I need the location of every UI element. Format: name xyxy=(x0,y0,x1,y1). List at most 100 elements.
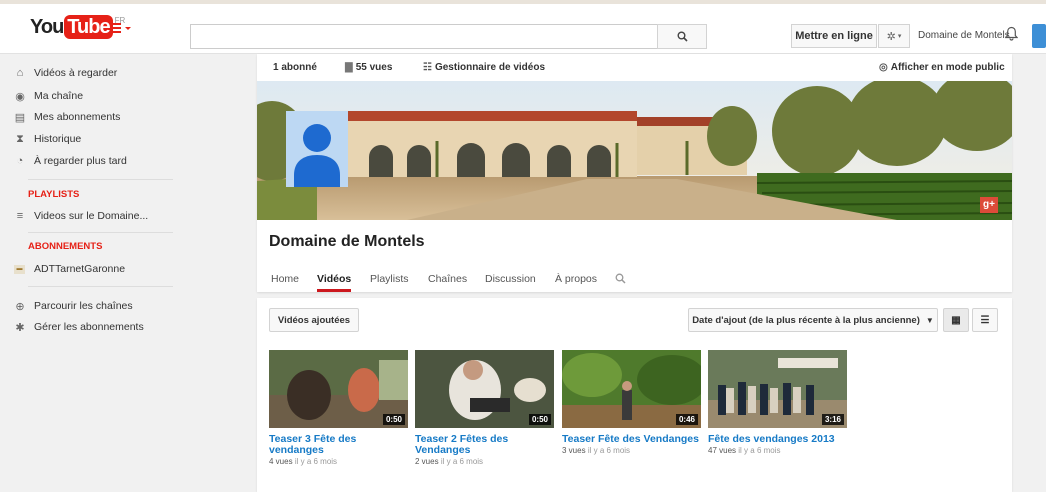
masthead: You Tube FR Mettre en ligne ✲ ▾ Domaine d… xyxy=(0,4,1046,54)
video-item[interactable]: 0:50 Teaser 3 Fête des vendanges 4 vues … xyxy=(269,350,409,466)
public-view-label: Afficher en mode public xyxy=(890,62,1005,73)
guide-item-home[interactable]: ⌂ Vidéos à regarder xyxy=(17,67,118,79)
search-button[interactable] xyxy=(657,24,707,49)
video-age: il y a 6 mois xyxy=(294,457,338,466)
active-tab-indicator xyxy=(317,289,351,292)
subscriptions-icon: ▤ xyxy=(14,111,26,124)
bell-icon[interactable] xyxy=(1004,26,1019,45)
chevron-down-icon: ▼ xyxy=(925,315,934,325)
divider xyxy=(28,179,173,180)
video-duration: 0:46 xyxy=(675,414,698,425)
tab-channels[interactable]: Chaînes xyxy=(428,273,467,285)
video-duration: 0:50 xyxy=(382,414,405,425)
list-view-button[interactable]: ☰ xyxy=(972,308,998,332)
upload-button[interactable]: Mettre en ligne xyxy=(791,24,877,48)
guide-item-manage-subscriptions[interactable]: ✱ Gérer les abonnements xyxy=(15,321,143,334)
channel-search-icon[interactable] xyxy=(615,273,626,287)
divider xyxy=(28,286,173,287)
video-item[interactable]: 0:50 Teaser 2 Fêtes des Vendanges 2 vues… xyxy=(415,350,555,466)
video-views: 2 vues xyxy=(415,457,439,466)
list-icon: ≡ xyxy=(16,210,24,222)
video-manager-link[interactable]: ☷ Gestionnaire de vidéos xyxy=(423,62,545,73)
user-name[interactable]: Domaine de Montels xyxy=(918,30,1010,41)
guide-item-subscriptions[interactable]: ▤ Mes abonnements xyxy=(15,111,121,124)
guide-item-my-channel[interactable]: ◉ Ma chaîne xyxy=(15,90,84,103)
guide-item-label: À regarder plus tard xyxy=(34,155,127,167)
chevron-down-icon: ▾ xyxy=(897,33,902,40)
view-count: ▇ 55 vues xyxy=(345,62,392,73)
video-thumbnail[interactable]: 0:50 xyxy=(415,350,554,428)
video-title[interactable]: Teaser 3 Fête des vendanges xyxy=(269,434,409,456)
video-thumbnail[interactable]: 0:50 xyxy=(269,350,408,428)
video-item[interactable]: 0:46 Teaser Fête des Vendanges 3 vues il… xyxy=(562,350,702,455)
logo-you: You xyxy=(30,16,64,38)
subscriptions-heading[interactable]: ABONNEMENTS xyxy=(28,241,102,252)
banner-image xyxy=(257,81,1012,220)
sort-dropdown[interactable]: Date d'ajout (de la plus récente à la pl… xyxy=(688,308,938,332)
uploaded-videos-filter[interactable]: Vidéos ajoutées xyxy=(269,308,359,332)
guide-sidebar: ⌂ Vidéos à regarder ◉ Ma chaîne ▤ Mes abonn… xyxy=(0,55,190,492)
tab-discussion[interactable]: Discussion xyxy=(485,273,536,285)
guide-item-label: Vidéos à regarder xyxy=(34,67,118,79)
guide-item-label: ADTTarnetGaronne xyxy=(34,263,126,275)
guide-item-history[interactable]: ⧗ Historique xyxy=(16,133,82,146)
tab-about[interactable]: À propos xyxy=(555,273,597,285)
default-avatar-icon xyxy=(294,124,340,187)
tab-playlists[interactable]: Playlists xyxy=(370,273,409,285)
guide-item-label: Parcourir les chaînes xyxy=(34,300,133,312)
video-manager-icon: ☷ xyxy=(423,62,432,73)
video-thumbnail[interactable]: 0:46 xyxy=(562,350,701,428)
video-title[interactable]: Fête des vendanges 2013 xyxy=(708,434,848,445)
plus-circle-icon: ⊕ xyxy=(15,300,25,313)
video-meta: 3 vues il y a 6 mois xyxy=(562,446,702,455)
list-icon: ☰ xyxy=(980,314,990,326)
avatar[interactable] xyxy=(1032,24,1046,48)
channel-banner[interactable]: g+ xyxy=(257,81,1012,220)
channel-thumb-icon: ▬ xyxy=(14,264,25,274)
tab-videos[interactable]: Vidéos xyxy=(317,273,351,285)
channel-tabs: Home Vidéos Playlists Chaînes Discussion… xyxy=(257,266,1012,292)
video-manager-label: Gestionnaire de vidéos xyxy=(434,62,546,73)
guide-menu-button[interactable] xyxy=(110,23,134,39)
guide-item-watch-later[interactable]: ◔ À regarder plus tard xyxy=(17,155,127,167)
search-input[interactable] xyxy=(190,24,658,49)
grid-view-button[interactable]: ▦ xyxy=(943,308,969,332)
video-views: 3 vues xyxy=(562,446,586,455)
guide-item-subscription[interactable]: ▬ ADTTarnetGaronne xyxy=(14,263,126,275)
gear-icon: ✲ xyxy=(886,30,896,43)
menu-icon xyxy=(110,23,121,25)
video-meta: 2 vues il y a 6 mois xyxy=(415,457,555,466)
hourglass-icon: ⧗ xyxy=(16,132,24,145)
guide-item-label: Ma chaîne xyxy=(34,90,84,102)
video-item[interactable]: 3:16 Fête des vendanges 2013 47 vues il … xyxy=(708,350,848,455)
home-icon: ⌂ xyxy=(16,67,24,79)
guide-item-playlist[interactable]: ≡ Videos sur le Domaine... xyxy=(17,210,149,222)
divider xyxy=(28,232,173,233)
video-meta: 47 vues il y a 6 mois xyxy=(708,446,848,455)
video-thumbnail[interactable]: 3:16 xyxy=(708,350,847,428)
channel-avatar[interactable] xyxy=(286,111,348,187)
channel-header: 1 abonné ▇ 55 vues ☷ Gestionnaire de vidéo… xyxy=(257,54,1012,292)
video-title[interactable]: Teaser 2 Fêtes des Vendanges xyxy=(415,434,555,456)
video-title[interactable]: Teaser Fête des Vendanges xyxy=(562,434,702,445)
video-views: 47 vues xyxy=(708,446,737,455)
view-count-label: 55 vues xyxy=(355,62,393,73)
video-age: il y a 6 mois xyxy=(440,457,484,466)
menu-icon-bar xyxy=(110,27,121,29)
video-age: il y a 6 mois xyxy=(587,446,631,455)
google-plus-icon[interactable]: g+ xyxy=(980,197,998,213)
playlists-heading[interactable]: PLAYLISTS xyxy=(28,189,79,200)
video-meta: 4 vues il y a 6 mois xyxy=(269,457,409,466)
video-views: 4 vues xyxy=(269,457,293,466)
sort-label: Date d'ajout (de la plus récente à la pl… xyxy=(692,314,920,326)
settings-button[interactable]: ✲ ▾ xyxy=(878,24,910,48)
tab-home[interactable]: Home xyxy=(271,273,299,285)
guide-item-label: Historique xyxy=(34,133,82,145)
public-view-link[interactable]: ◎ Afficher en mode public xyxy=(879,62,1005,73)
guide-item-label: Videos sur le Domaine... xyxy=(34,210,149,222)
channel-stats-bar: 1 abonné ▇ 55 vues ☷ Gestionnaire de vidéo… xyxy=(257,54,1012,81)
gear-icon: ✱ xyxy=(15,321,25,334)
guide-item-browse-channels[interactable]: ⊕ Parcourir les chaînes xyxy=(15,300,133,313)
video-age: il y a 6 mois xyxy=(738,446,781,455)
chevron-down-icon xyxy=(125,27,131,30)
